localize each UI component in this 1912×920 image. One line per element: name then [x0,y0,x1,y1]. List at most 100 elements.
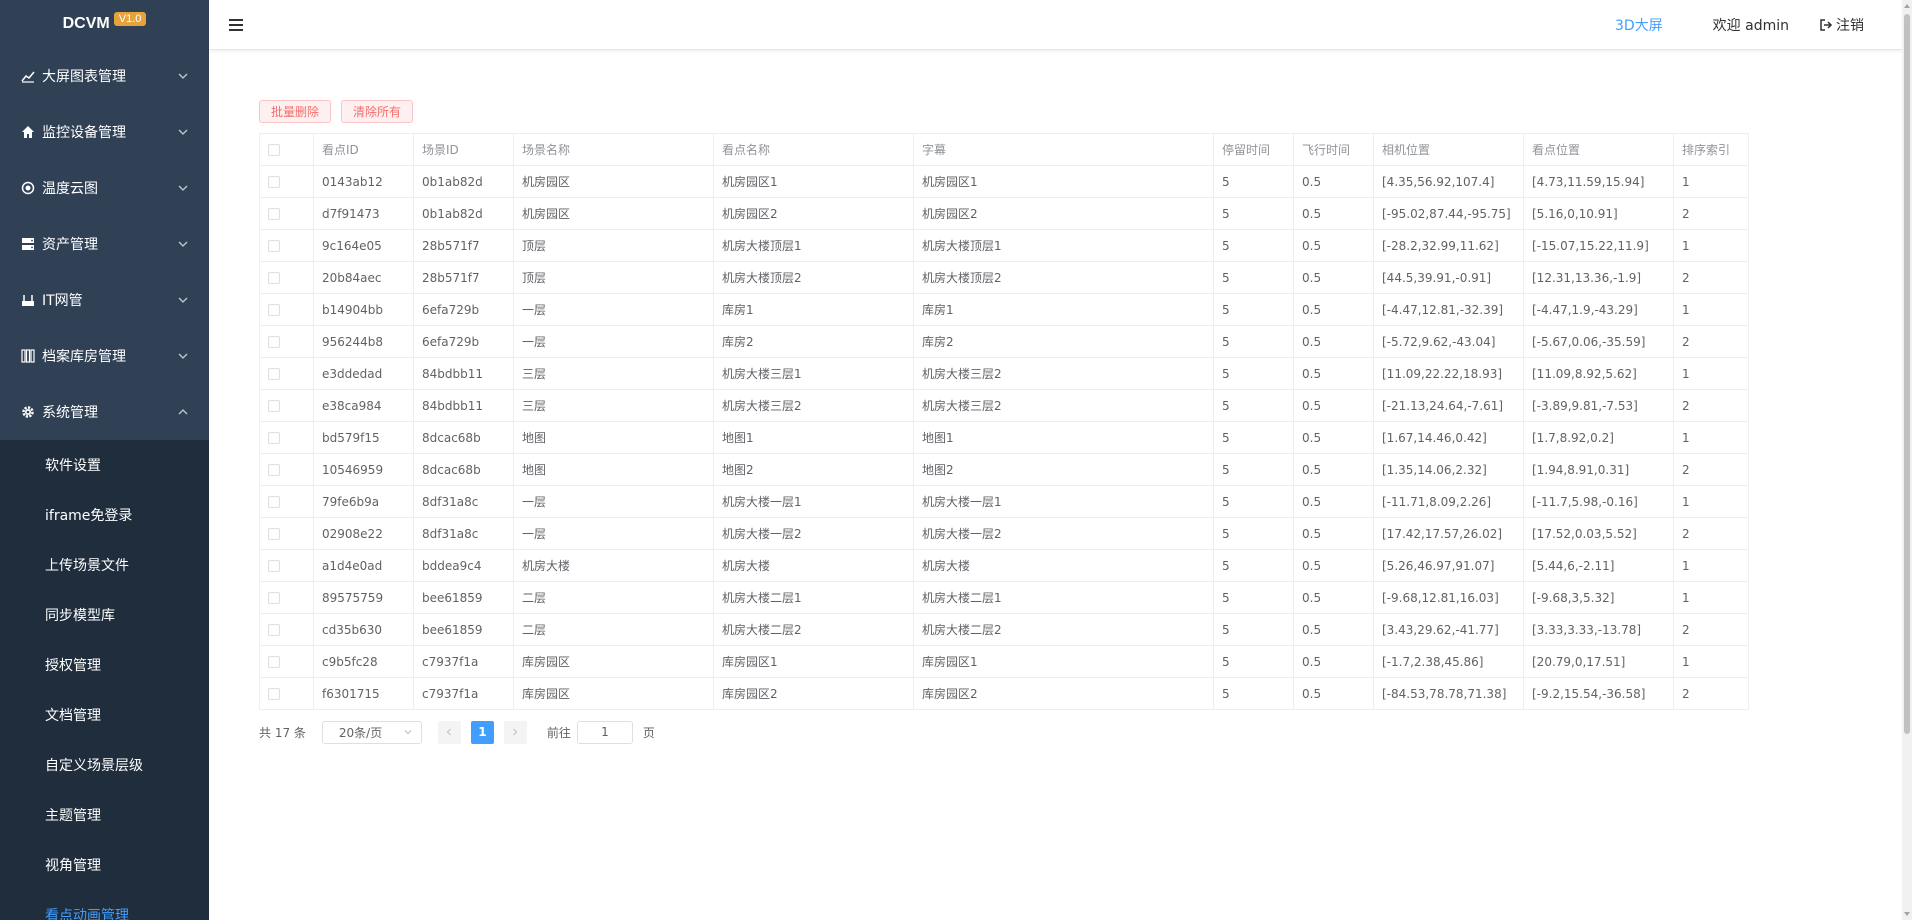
row-select-cell[interactable] [259,197,314,230]
header-right: 3D大屏 欢迎 admin 注销 [1615,15,1902,35]
row-checkbox[interactable] [268,336,280,348]
row-select-cell[interactable] [259,389,314,422]
sub-item-scene-levels[interactable]: 自定义场景层级 [0,740,209,790]
table-row[interactable]: b14904bb 6efa729b 一层 库房1 库房1 5 0.5 [-4.47,12.81… [259,293,1749,326]
table-row[interactable]: f6301715 c7937f1a 库房园区 库房园区2 库房园区2 5 0.5 [-84.5… [259,677,1749,710]
menu-asset-management[interactable]: 资产管理 [0,216,209,272]
table-row[interactable]: 956244b8 6efa729b 一层 库房2 库房2 5 0.5 [-5.72,9.62,… [259,325,1749,358]
row-checkbox[interactable] [268,496,280,508]
table-header-row: 看点ID 场景ID 场景名称 看点名称 字幕 停留时间 飞行时间 相机位置 看点位置 排序索引 [259,133,1749,166]
table-cell: 0.5 [1293,357,1374,390]
row-select-cell[interactable] [259,229,314,262]
welcome-text: 欢迎 admin [1712,17,1789,34]
table-row[interactable]: 02908e22 8df31a8c 一层 机房大楼一层2 机房大楼一层2 5 0.5 [17.… [259,517,1749,550]
row-checkbox[interactable] [268,656,280,668]
table-cell: 0.5 [1293,165,1374,198]
prev-page-button[interactable] [437,720,461,744]
sidebar: DCVM V1.0 大屏图表管理 监控设备管理 温度云图 资产管理 IT网管 档… [0,0,209,920]
table-row[interactable]: bd579f15 8dcac68b 地图 地图1 地图1 5 0.5 [1.67,14.46,… [259,421,1749,454]
table-cell: 1 [1673,293,1749,326]
goto-page-input[interactable] [576,720,633,744]
menu-dashboard-charts[interactable]: 大屏图表管理 [0,48,209,104]
table-row[interactable]: 20b84aec 28b571f7 顶层 机房大楼顶层2 机房大楼顶层2 5 0.5 [44.… [259,261,1749,294]
row-select-cell[interactable] [259,517,314,550]
select-all-checkbox[interactable] [268,144,280,156]
row-select-cell[interactable] [259,645,314,678]
row-checkbox[interactable] [268,624,280,636]
menu-monitor-devices[interactable]: 监控设备管理 [0,104,209,160]
clear-all-button[interactable]: 清除所有 [341,100,414,123]
row-checkbox[interactable] [268,272,280,284]
top-header: 3D大屏 欢迎 admin 注销 [209,0,1902,50]
pagination: 共 17 条 20条/页 1 前往 页 [259,720,1749,744]
archive-icon [20,348,36,364]
table-cell: c9b5fc28 [313,645,414,678]
next-page-button[interactable] [503,720,527,744]
row-select-cell[interactable] [259,613,314,646]
sub-item-view-angles[interactable]: 视角管理 [0,840,209,890]
sub-item-iframe-login[interactable]: iframe免登录 [0,490,209,540]
row-checkbox[interactable] [268,432,280,444]
table-row[interactable]: c9b5fc28 c7937f1a 库房园区 库房园区1 库房园区1 5 0.5 [-1.7,… [259,645,1749,678]
table-row[interactable]: cd35b630 bee61859 二层 机房大楼二层2 机房大楼二层2 5 0.5 [3.4… [259,613,1749,646]
row-checkbox[interactable] [268,560,280,572]
vertical-scrollbar[interactable] [1902,0,1912,920]
menu-archive-storage[interactable]: 档案库房管理 [0,328,209,384]
sub-item-sync-models[interactable]: 同步模型库 [0,590,209,640]
table-row[interactable]: d7f91473 0b1ab82d 机房园区 机房园区2 机房园区2 5 0.5 [-95.0… [259,197,1749,230]
row-select-cell[interactable] [259,549,314,582]
row-select-cell[interactable] [259,293,314,326]
hamburger-icon[interactable] [227,16,245,34]
table-row[interactable]: 89575759 bee61859 二层 机房大楼二层1 机房大楼二层1 5 0.5 [-9.… [259,581,1749,614]
row-select-cell[interactable] [259,453,314,486]
row-checkbox[interactable] [268,176,280,188]
row-checkbox[interactable] [268,592,280,604]
table-cell: 库房园区2 [713,677,914,710]
table-row[interactable]: 0143ab12 0b1ab82d 机房园区 机房园区1 机房园区1 5 0.5 [4.35,… [259,165,1749,198]
row-select-cell[interactable] [259,165,314,198]
menu-temperature-cloud[interactable]: 温度云图 [0,160,209,216]
row-checkbox[interactable] [268,464,280,476]
table-row[interactable]: 10546959 8dcac68b 地图 地图2 地图2 5 0.5 [1.35,14.06,… [259,453,1749,486]
sub-item-software-settings[interactable]: 软件设置 [0,440,209,490]
batch-delete-button[interactable]: 批量删除 [259,100,332,123]
sub-item-upload-scene[interactable]: 上传场景文件 [0,540,209,590]
scroll-up-arrow-icon[interactable] [1904,2,1910,10]
menu-system-management[interactable]: 系统管理 [0,384,209,440]
row-select-cell[interactable] [259,485,314,518]
row-select-cell[interactable] [259,325,314,358]
table-cell: 0.5 [1293,549,1374,582]
table-row[interactable]: 79fe6b9a 8df31a8c 一层 机房大楼一层1 机房大楼一层1 5 0.5 [-11… [259,485,1749,518]
page-size-select[interactable]: 20条/页 [321,720,422,744]
scroll-down-arrow-icon[interactable] [1904,910,1910,918]
row-checkbox[interactable] [268,528,280,540]
page-number-1[interactable]: 1 [470,720,494,744]
sub-item-documents[interactable]: 文档管理 [0,690,209,740]
row-select-cell[interactable] [259,581,314,614]
table-row[interactable]: e38ca984 84bdbb11 三层 机房大楼三层2 机房大楼三层2 5 0.5 [-21… [259,389,1749,422]
scrollbar-thumb[interactable] [1904,14,1910,734]
sub-item-license[interactable]: 授权管理 [0,640,209,690]
row-select-cell[interactable] [259,677,314,710]
row-select-cell[interactable] [259,357,314,390]
row-checkbox[interactable] [268,240,280,252]
row-checkbox[interactable] [268,688,280,700]
table-cell: 84bdbb11 [413,389,514,422]
sub-item-themes[interactable]: 主题管理 [0,790,209,840]
table-row[interactable]: e3ddedad 84bdbb11 三层 机房大楼三层1 机房大楼三层2 5 0.5 [11.… [259,357,1749,390]
header-select-all[interactable] [259,133,314,166]
row-checkbox[interactable] [268,368,280,380]
table-row[interactable]: 9c164e05 28b571f7 顶层 机房大楼顶层1 机房大楼顶层1 5 0.5 [-28… [259,229,1749,262]
row-checkbox[interactable] [268,304,280,316]
row-select-cell[interactable] [259,261,314,294]
table-cell: 1 [1673,229,1749,262]
sub-item-viewpoint-animation[interactable]: 看点动画管理 [0,890,209,920]
table-row[interactable]: a1d4e0ad bddea9c4 机房大楼 机房大楼 机房大楼 5 0.5 [5.26,46… [259,549,1749,582]
3d-screen-link[interactable]: 3D大屏 [1615,15,1663,35]
row-checkbox[interactable] [268,400,280,412]
menu-it-network[interactable]: IT网管 [0,272,209,328]
logout-button[interactable]: 注销 [1819,15,1864,35]
row-select-cell[interactable] [259,421,314,454]
table-cell: e38ca984 [313,389,414,422]
row-checkbox[interactable] [268,208,280,220]
